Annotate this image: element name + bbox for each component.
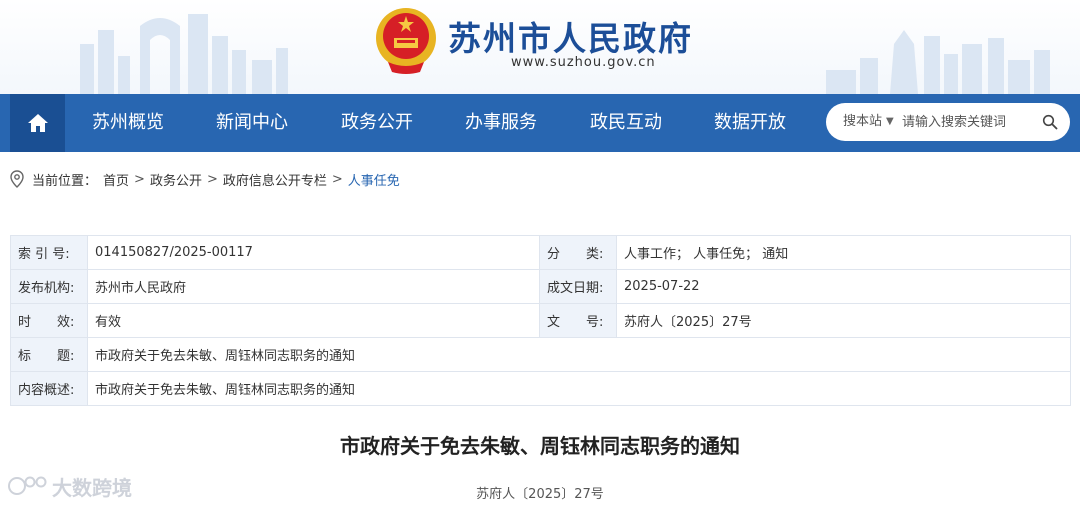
category-label: 分 类: [539,235,617,270]
publisher-label: 发布机构: [10,269,88,304]
search-icon[interactable] [1042,114,1058,130]
title-value: 市政府关于免去朱敏、周钰林同志职务的通知 [87,337,1071,372]
date-value: 2025-07-22 [616,269,1071,304]
table-row: 时 效: 有效 文 号: 苏府人〔2025〕27号 [10,303,1071,338]
index-value: 014150827/2025-00117 [87,235,540,270]
nav-item-government-affairs[interactable]: 政务公开 [341,94,413,152]
table-row: 内容概述: 市政府关于免去朱敏、周钰林同志职务的通知 [10,371,1071,406]
table-row: 标 题: 市政府关于免去朱敏、周钰林同志职务的通知 [10,337,1071,372]
article-doc-number: 苏府人〔2025〕27号 [476,487,604,502]
breadcrumb: 当前位置： 首页 > 政务公开 > 政府信息公开专栏 > 人事任免 [10,168,400,190]
table-row: 索 引 号: 014150827/2025-00117 分 类: 人事工作； 人… [10,235,1071,270]
category-value: 人事工作； 人事任免； 通知 [616,235,1071,270]
nav-item-interaction[interactable]: 政民互动 [590,94,662,152]
article-title: 市政府关于免去朱敏、周钰林同志职务的通知 [340,434,740,458]
site-header: 苏州市人民政府 www.suzhou.gov.cn [0,0,1080,94]
site-url: www.suzhou.gov.cn [511,55,656,70]
national-emblem-icon [376,8,436,74]
location-pin-icon [10,170,24,188]
city-skyline-right-illustration [826,30,1050,94]
watermark-text: 大数跨境 [52,475,132,500]
nav-item-open-data[interactable]: 数据开放 [714,94,786,152]
caret-down-icon[interactable]: ▼ [886,103,894,141]
breadcrumb-info-disclosure[interactable]: 政府信息公开专栏 [223,170,327,189]
doc-number-value: 苏府人〔2025〕27号 [616,303,1071,338]
date-label: 成文日期: [539,269,617,304]
search-box: 搜本站 ▼ [826,103,1070,141]
city-skyline-left-illustration [80,14,288,94]
validity-label: 时 效: [10,303,88,338]
search-scope-select[interactable]: 搜本站 [843,103,882,141]
site-title: 苏州市人民政府 [448,19,693,58]
nav-item-services[interactable]: 办事服务 [465,94,537,152]
index-label: 索 引 号: [10,235,88,270]
home-button[interactable] [10,94,65,152]
nav-item-suzhou-overview[interactable]: 苏州概览 [92,94,164,152]
title-label: 标 题: [10,337,88,372]
breadcrumb-home[interactable]: 首页 [103,170,129,189]
nav-item-news-center[interactable]: 新闻中心 [216,94,288,152]
table-row: 发布机构: 苏州市人民政府 成文日期: 2025-07-22 [10,269,1071,304]
main-nav: 苏州概览 新闻中心 政务公开 办事服务 政民互动 数据开放 搜本站 ▼ [0,94,1080,152]
validity-value: 有效 [87,303,540,338]
breadcrumb-separator: > [331,171,343,187]
breadcrumb-current[interactable]: 人事任免 [348,170,400,189]
breadcrumb-separator: > [206,171,218,187]
breadcrumb-government-affairs[interactable]: 政务公开 [150,170,202,189]
summary-label: 内容概述: [10,371,88,406]
search-input[interactable] [902,112,1032,132]
watermark: 大数跨境 [8,472,132,500]
breadcrumb-prefix: 当前位置： [32,173,98,189]
breadcrumb-separator: > [134,171,145,187]
doc-number-label: 文 号: [539,303,617,338]
publisher-value: 苏州市人民政府 [87,269,540,304]
summary-value: 市政府关于免去朱敏、周钰林同志职务的通知 [87,371,1071,406]
home-icon [27,114,48,132]
document-meta-table: 索 引 号: 014150827/2025-00117 分 类: 人事工作； 人… [10,235,1071,406]
watermark-logo-icon [8,476,47,495]
